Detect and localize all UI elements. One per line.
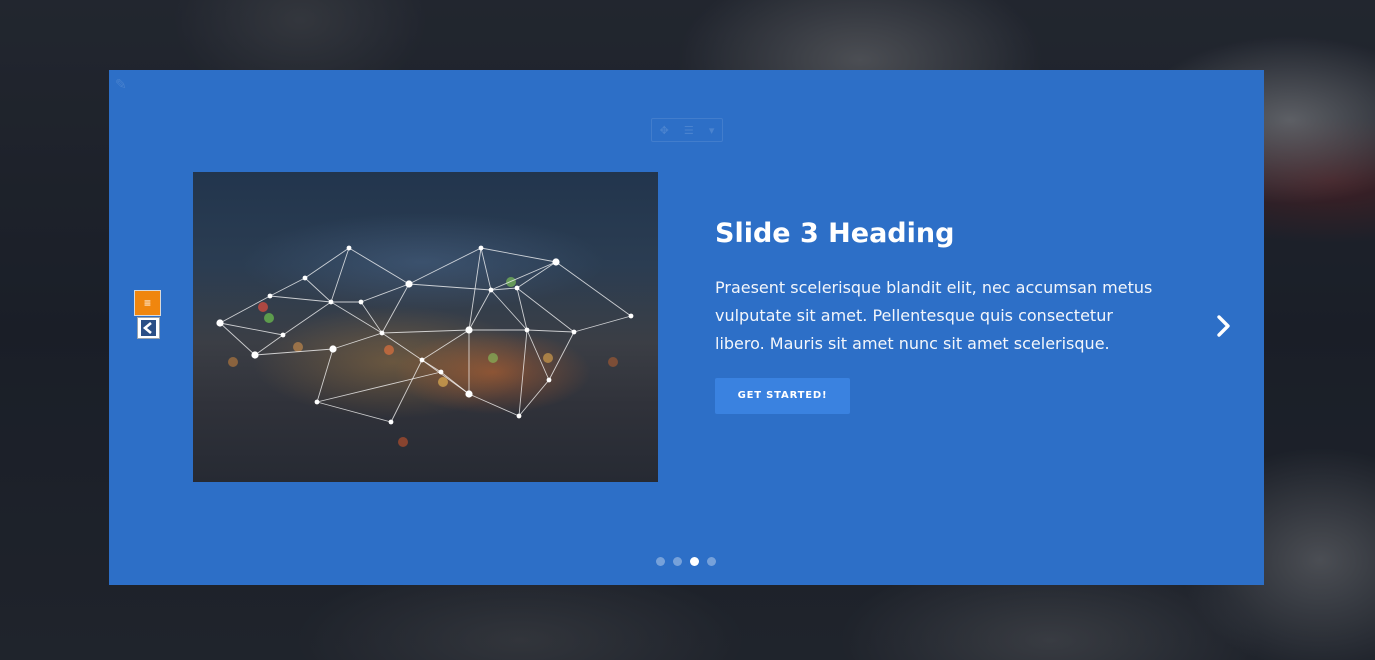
bokeh-light: [488, 353, 498, 363]
network-edge: [269, 295, 332, 303]
slider-panel: ✎ ✥ ☰ ▾ Slide 3 Heading Praesent sceleri…: [109, 70, 1264, 585]
network-edge: [316, 348, 334, 403]
pagination-dot[interactable]: [707, 557, 716, 566]
bokeh-light: [228, 357, 238, 367]
slide-content: Slide 3 Heading Praesent scelerisque bla…: [715, 216, 1155, 414]
network-node: [488, 287, 494, 293]
network-edge: [421, 329, 470, 361]
pagination-dot[interactable]: [673, 557, 682, 566]
bokeh-light: [543, 353, 553, 363]
chevron-right-icon: [1217, 315, 1230, 337]
network-node: [280, 332, 286, 338]
network-node: [552, 258, 560, 266]
network-node: [628, 313, 634, 319]
network-edge: [330, 247, 350, 303]
network-node: [358, 299, 364, 305]
bokeh-light: [608, 357, 618, 367]
network-edge: [390, 359, 423, 423]
network-edge: [468, 393, 520, 417]
slide-body-text: Praesent scelerisque blandit elit, nec a…: [715, 278, 1153, 353]
network-edge: [408, 283, 492, 291]
network-edge: [555, 261, 632, 317]
network-edge: [526, 329, 575, 333]
network-node: [328, 299, 334, 305]
network-node: [465, 326, 473, 334]
network-edge: [360, 301, 383, 334]
network-edge: [573, 315, 632, 333]
move-icon[interactable]: ✥: [660, 124, 669, 137]
chevron-down-icon[interactable]: ▾: [709, 124, 715, 137]
network-edge: [408, 247, 482, 285]
network-edge: [269, 277, 306, 297]
network-node: [438, 369, 444, 375]
network-edge: [316, 371, 442, 403]
network-node: [379, 330, 385, 336]
network-edge: [254, 334, 284, 356]
hamburger-icon[interactable]: ≡: [134, 290, 161, 316]
network-node: [524, 327, 530, 333]
network-edge: [518, 379, 550, 417]
network-edge: [518, 329, 528, 417]
bokeh-light: [293, 342, 303, 352]
network-node: [546, 377, 552, 383]
network-node: [329, 345, 337, 353]
next-slide-button[interactable]: [1213, 314, 1235, 338]
network-edge: [348, 247, 410, 285]
network-node: [516, 413, 522, 419]
network-edge: [490, 261, 557, 291]
network-node: [346, 245, 352, 251]
network-edge: [381, 329, 470, 334]
network-edge: [490, 289, 528, 331]
network-edge: [219, 322, 284, 336]
network-node: [267, 293, 273, 299]
network-node: [514, 285, 520, 291]
network-edge: [516, 261, 557, 289]
bokeh-light: [258, 302, 268, 312]
network-edge: [360, 283, 410, 303]
network-edge: [282, 301, 332, 336]
chevron-left-box-icon[interactable]: [137, 317, 160, 339]
slide-heading: Slide 3 Heading: [715, 218, 955, 249]
network-edge: [381, 283, 410, 334]
network-node: [419, 357, 425, 363]
network-node: [216, 319, 224, 327]
network-edge: [330, 301, 383, 334]
network-edge: [332, 332, 383, 350]
network-edge: [304, 277, 332, 303]
network-edge: [480, 247, 557, 263]
network-node: [251, 351, 259, 359]
network-edge: [316, 401, 392, 423]
page: ✎ ✥ ☰ ▾ Slide 3 Heading Praesent sceleri…: [0, 0, 1375, 660]
back-chevron-glyph: [141, 320, 156, 336]
slider-toolbar[interactable]: ✥ ☰ ▾: [651, 118, 723, 142]
pencil-icon[interactable]: ✎: [115, 76, 131, 92]
pagination-dot[interactable]: [656, 557, 665, 566]
bokeh-light: [398, 437, 408, 447]
network-edge: [480, 247, 492, 291]
list-icon[interactable]: ☰: [684, 124, 694, 137]
network-node: [314, 399, 320, 405]
network-graphic: [216, 245, 634, 447]
slide-image: [193, 172, 658, 482]
slide-pagination: [656, 557, 716, 566]
network-node: [388, 419, 394, 425]
network-node: [571, 329, 577, 335]
pagination-dot[interactable]: [690, 557, 699, 566]
bokeh-light: [264, 313, 274, 323]
network-node: [465, 390, 473, 398]
network-edge: [548, 331, 575, 381]
network-edge: [421, 359, 442, 373]
network-edge: [304, 247, 350, 279]
network-node: [302, 275, 308, 281]
bokeh-light: [438, 377, 448, 387]
get-started-button[interactable]: GET STARTED!: [715, 378, 850, 414]
network-node: [478, 245, 484, 251]
bokeh-light: [506, 277, 516, 287]
network-edge: [219, 322, 256, 356]
network-node: [405, 280, 413, 288]
bokeh-light: [384, 345, 394, 355]
